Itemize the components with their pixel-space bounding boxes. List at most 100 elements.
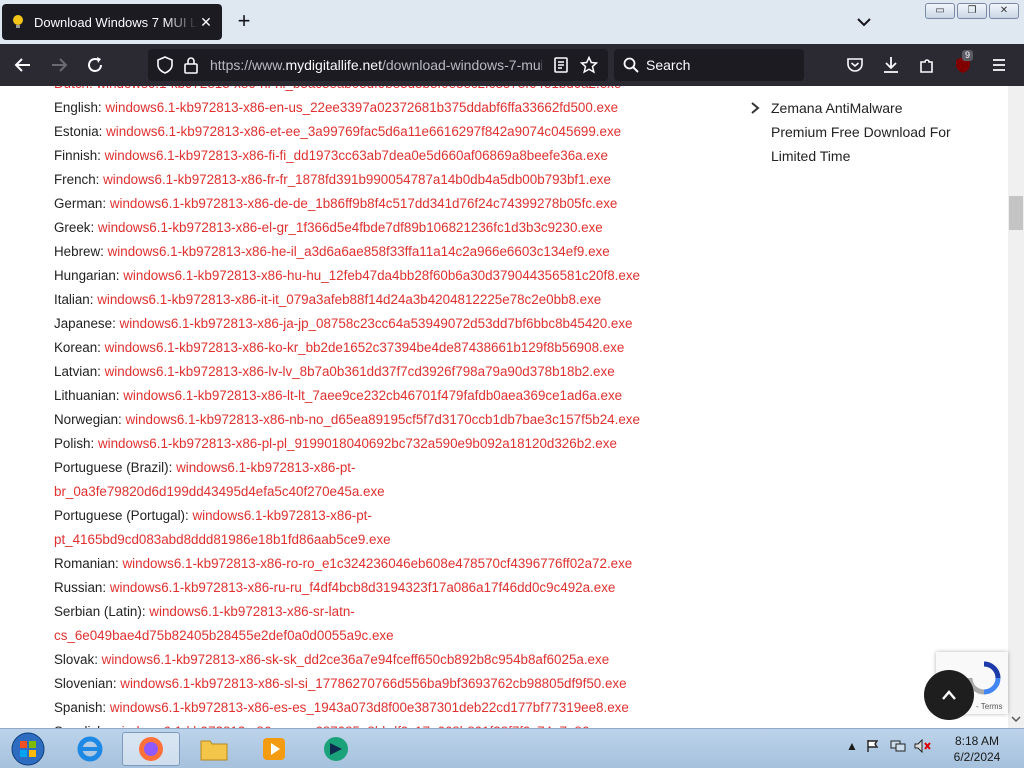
chevron-right-icon: [750, 102, 760, 117]
download-link-list: Dutch: windows6.1-kb972813-x86-nl-nl_b3a…: [54, 86, 734, 728]
list-item: French: windows6.1-kb972813-x86-fr-fr_18…: [54, 168, 734, 192]
list-item: Serbian (Latin): windows6.1-kb972813-x86…: [54, 600, 474, 648]
language-label: Greek:: [54, 220, 95, 235]
list-item: Finnish: windows6.1-kb972813-x86-fi-fi_d…: [54, 144, 734, 168]
volume-muted-icon[interactable]: [914, 738, 932, 756]
taskbar-firefox[interactable]: [122, 732, 180, 766]
window-restore-button[interactable]: ❐: [957, 3, 987, 19]
download-link[interactable]: windows6.1-kb972813-x86-lt-lt_7aee9ce232…: [123, 388, 622, 403]
network-icon[interactable]: [890, 739, 906, 756]
download-link[interactable]: windows6.1-kb972813-x86-sk-sk_dd2ce36a7e…: [102, 652, 610, 667]
window-minimize-button[interactable]: ▭: [925, 3, 955, 19]
language-label: Finnish:: [54, 148, 101, 163]
taskbar-file-explorer[interactable]: [188, 732, 240, 766]
scrollbar-thumb[interactable]: [1009, 196, 1023, 230]
list-all-tabs-chevron-icon[interactable]: [854, 12, 874, 32]
search-placeholder: Search: [646, 57, 691, 73]
list-item: Lithuanian: windows6.1-kb972813-x86-lt-l…: [54, 384, 734, 408]
page-scrollbar[interactable]: [1008, 86, 1024, 728]
language-label: Japanese:: [54, 316, 116, 331]
taskbar-internet-explorer[interactable]: [64, 732, 116, 766]
download-link[interactable]: windows6.1-kb972813-x86-ko-kr_bb2de1652c…: [105, 340, 625, 355]
list-item: Latvian: windows6.1-kb972813-x86-lv-lv_8…: [54, 360, 734, 384]
bookmark-star-icon[interactable]: [578, 54, 600, 76]
window-close-button[interactable]: ✕: [989, 3, 1019, 19]
language-label: Slovak:: [54, 652, 98, 667]
internet-explorer-icon: [77, 736, 103, 762]
windows-orb-icon: [11, 732, 45, 766]
recaptcha-terms[interactable]: - Terms: [976, 702, 1003, 711]
hamburger-menu-icon[interactable]: [988, 54, 1010, 76]
list-item: Italian: windows6.1-kb972813-x86-it-it_0…: [54, 288, 734, 312]
language-label: German:: [54, 196, 107, 211]
tab-active[interactable]: Download Windows 7 MUI Language ✕: [2, 4, 222, 40]
list-item: Polish: windows6.1-kb972813-x86-pl-pl_91…: [54, 432, 734, 456]
download-link[interactable]: windows6.1-kb972813-x86-lv-lv_8b7a0b361d…: [105, 364, 615, 379]
download-link[interactable]: windows6.1-kb972813-x86-et-ee_3a99769fac…: [106, 124, 621, 139]
tab-bar: Download Windows 7 MUI Language ✕ + ▭ ❐ …: [0, 0, 1024, 44]
start-button[interactable]: [2, 732, 54, 766]
tab-title: Download Windows 7 MUI Language: [34, 14, 198, 30]
tab-close-icon[interactable]: ✕: [198, 14, 214, 30]
language-label: Spanish:: [54, 700, 107, 715]
download-link[interactable]: windows6.1-kb972813-x86-de-de_1b86ff9b8f…: [110, 196, 618, 211]
download-link[interactable]: windows6.1-kb972813-x86-it-it_079a3afeb8…: [97, 292, 601, 307]
language-label: English:: [54, 100, 102, 115]
download-link[interactable]: windows6.1-kb972813-x86-hu-hu_12feb47da4…: [123, 268, 640, 283]
list-item: Greek: windows6.1-kb972813-x86-el-gr_1f3…: [54, 216, 734, 240]
download-link[interactable]: windows6.1-kb972813-x86-fi-fi_dd1973cc63…: [105, 148, 608, 163]
list-item: Portuguese (Brazil): windows6.1-kb972813…: [54, 456, 474, 504]
scroll-to-top-button[interactable]: [924, 670, 974, 720]
list-item: Estonia: windows6.1-kb972813-x86-et-ee_3…: [54, 120, 734, 144]
clock-time: 8:18 AM: [954, 734, 1000, 748]
url-path: /download-windows-7-mui: [381, 57, 542, 73]
language-label: Russian:: [54, 580, 107, 595]
download-link[interactable]: windows6.1-kb972813-x86-en-us_22ee3397a0…: [105, 100, 618, 115]
scroll-down-arrow-icon[interactable]: [1011, 714, 1021, 724]
clock-date: 6/2/2024: [953, 750, 1001, 764]
download-link[interactable]: windows6.1-kb972813-x86-ja-jp_08758c23cc…: [120, 316, 633, 331]
pocket-icon[interactable]: [844, 54, 866, 76]
download-link[interactable]: windows6.1-kb972813-x86-pl-pl_9199018040…: [98, 436, 617, 451]
download-link[interactable]: windows6.1-kb972813-x86-el-gr_1f366d5e4f…: [98, 220, 603, 235]
system-clock[interactable]: 8:18 AM 6/2/2024: [938, 733, 1016, 765]
sidebar-post-link[interactable]: Zemana AntiMalware Premium Free Download…: [771, 96, 961, 168]
download-link[interactable]: windows6.1-kb972813-x86-fr-fr_1878fd391b…: [103, 172, 611, 187]
language-label: Lithuanian:: [54, 388, 120, 403]
download-link[interactable]: windows6.1-kb972813-x86-sl-si_1778627076…: [120, 676, 626, 691]
list-item: Slovak: windows6.1-kb972813-x86-sk-sk_dd…: [54, 648, 734, 672]
lock-icon[interactable]: [180, 54, 202, 76]
windows-taskbar: ▲ 8:18 AM 6/2/2024: [0, 728, 1024, 768]
taskbar-app[interactable]: [310, 732, 362, 766]
taskbar-media-player[interactable]: [248, 732, 300, 766]
download-link[interactable]: windows6.1-kb972813-x86-es-es_1943a073d8…: [110, 700, 629, 715]
extensions-puzzle-icon[interactable]: [916, 54, 938, 76]
search-bar[interactable]: Search: [614, 49, 804, 81]
forward-arrow-icon[interactable]: [48, 54, 70, 76]
reader-view-icon[interactable]: [550, 54, 572, 76]
language-label: Estonia:: [54, 124, 103, 139]
reload-icon[interactable]: [84, 54, 106, 76]
downloads-icon[interactable]: [880, 54, 902, 76]
list-item: Slovenian: windows6.1-kb972813-x86-sl-si…: [54, 672, 734, 696]
back-arrow-icon[interactable]: [12, 54, 34, 76]
firefox-icon: [139, 737, 163, 761]
url-bar[interactable]: https://www.mydigitallife.net/download-w…: [148, 49, 608, 81]
download-link[interactable]: windows6.1-kb972813-x86-he-il_a3d6a6ae85…: [108, 244, 610, 259]
list-item: Hebrew: windows6.1-kb972813-x86-he-il_a3…: [54, 240, 734, 264]
language-label: French:: [54, 172, 100, 187]
green-globe-app-icon: [324, 737, 348, 761]
tracking-protection-shield-icon[interactable]: [154, 54, 176, 76]
download-link[interactable]: windows6.1-kb972813-x86-ro-ro_e1c3242360…: [123, 556, 633, 571]
new-tab-button[interactable]: +: [232, 10, 256, 34]
url-host: mydigitallife.net: [285, 57, 382, 73]
tray-show-hidden-icon[interactable]: ▲: [846, 739, 858, 753]
list-item: Japanese: windows6.1-kb972813-x86-ja-jp_…: [54, 312, 734, 336]
download-link[interactable]: windows6.1-kb972813-x86-ru-ru_f4df4bcb8d…: [110, 580, 616, 595]
page-content: Dutch: windows6.1-kb972813-x86-nl-nl_b3a…: [0, 86, 1008, 728]
url-text[interactable]: https://www.mydigitallife.net/download-w…: [210, 57, 542, 73]
language-label: Hebrew:: [54, 244, 104, 259]
navigation-toolbar: https://www.mydigitallife.net/download-w…: [0, 44, 1024, 86]
action-center-flag-icon[interactable]: [866, 739, 880, 756]
download-link[interactable]: windows6.1-kb972813-x86-nb-no_d65ea89195…: [125, 412, 639, 427]
